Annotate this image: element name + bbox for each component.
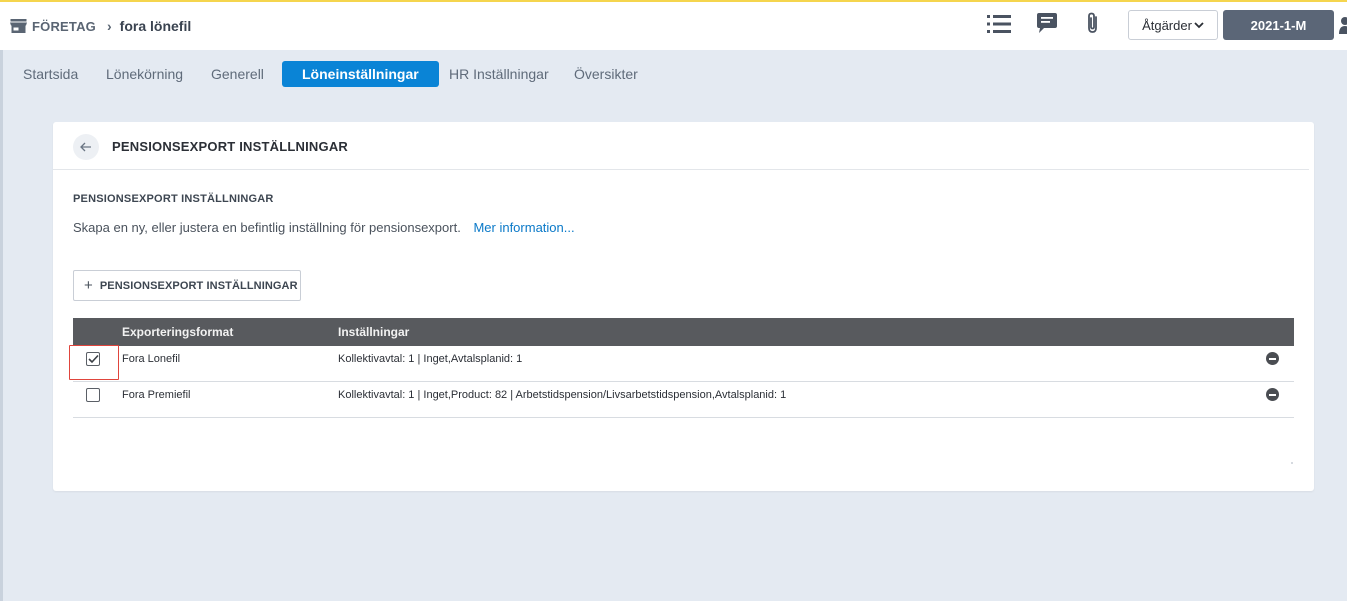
remove-row-icon[interactable] <box>1266 352 1279 365</box>
row-format: Fora Lonefil <box>122 353 181 365</box>
pension-export-card: PENSIONSEXPORT INSTÄLLNINGAR PENSIONSEXP… <box>53 122 1314 491</box>
paperclip-icon[interactable] <box>1083 12 1103 36</box>
card-title: PENSIONSEXPORT INSTÄLLNINGAR <box>112 139 349 154</box>
section-description: Skapa en ny, eller justera en befintlig … <box>73 220 575 235</box>
row-format: Fora Premiefil <box>122 389 191 401</box>
column-header-settings[interactable]: Inställningar <box>338 325 409 339</box>
list-icon[interactable] <box>987 14 1011 34</box>
tab-startsida[interactable]: Startsida <box>23 61 78 87</box>
table-row[interactable]: Fora Premiefil Kollektivavtal: 1 | Inget… <box>73 382 1294 418</box>
user-icon[interactable] <box>1339 16 1347 34</box>
table-row[interactable]: Fora Lonefil Kollektivavtal: 1 | Inget,A… <box>69 345 1294 382</box>
tab-generell[interactable]: Generell <box>211 61 264 87</box>
left-edge <box>0 50 3 601</box>
app-header: FÖRETAG › fora lönefil Åtgärder 2021-1-M <box>0 2 1347 50</box>
row-settings: Kollektivavtal: 1 | Inget,Avtalsplanid: … <box>338 353 523 365</box>
actions-label: Åtgärder <box>1142 17 1192 33</box>
actions-dropdown-button[interactable]: Åtgärder <box>1128 10 1218 40</box>
table-header: Exporteringsformat Inställningar <box>73 318 1294 346</box>
period-label: 2021-1-M <box>1250 17 1307 33</box>
row-checkbox[interactable] <box>86 352 100 366</box>
tab-loneinstallningar[interactable]: Löneinställningar <box>282 61 439 87</box>
store-icon <box>10 19 27 33</box>
comment-icon[interactable] <box>1035 12 1059 36</box>
column-header-format[interactable]: Exporteringsformat <box>122 325 233 339</box>
chevron-right-icon: › <box>107 18 112 34</box>
remove-row-icon[interactable] <box>1266 388 1279 401</box>
chevron-down-icon <box>1194 22 1204 29</box>
tab-hr-installningar[interactable]: HR Inställningar <box>449 61 549 87</box>
breadcrumb-company[interactable]: FÖRETAG <box>32 19 96 34</box>
add-button-label: PENSIONSEXPORT INSTÄLLNINGAR <box>99 279 298 292</box>
breadcrumb: FÖRETAG › fora lönefil <box>10 18 191 34</box>
resize-dot <box>1291 462 1293 464</box>
card-header: PENSIONSEXPORT INSTÄLLNINGAR <box>53 122 1309 170</box>
period-selector-button[interactable]: 2021-1-M <box>1223 10 1334 40</box>
arrow-left-icon <box>80 142 91 152</box>
settings-table: Exporteringsformat Inställningar Fora Lo… <box>69 318 1294 418</box>
row-settings: Kollektivavtal: 1 | Inget,Product: 82 | … <box>338 389 787 401</box>
tab-oversikter[interactable]: Översikter <box>574 61 638 87</box>
row-checkbox[interactable] <box>86 388 100 402</box>
more-information-link[interactable]: Mer information... <box>473 220 574 235</box>
checkmark-icon <box>87 354 99 364</box>
main-tabs: Startsida Lönekörning Generell Löneinstä… <box>0 58 1347 90</box>
section-title: PENSIONSEXPORT INSTÄLLNINGAR <box>73 193 274 205</box>
back-button[interactable] <box>73 134 99 160</box>
tab-lonekorning[interactable]: Lönekörning <box>106 61 183 87</box>
description-text: Skapa en ny, eller justera en befintlig … <box>73 220 461 235</box>
plus-icon: + <box>84 277 93 294</box>
add-pension-export-setting-button[interactable]: + PENSIONSEXPORT INSTÄLLNINGAR <box>73 270 301 301</box>
breadcrumb-current-page: fora lönefil <box>119 18 192 34</box>
